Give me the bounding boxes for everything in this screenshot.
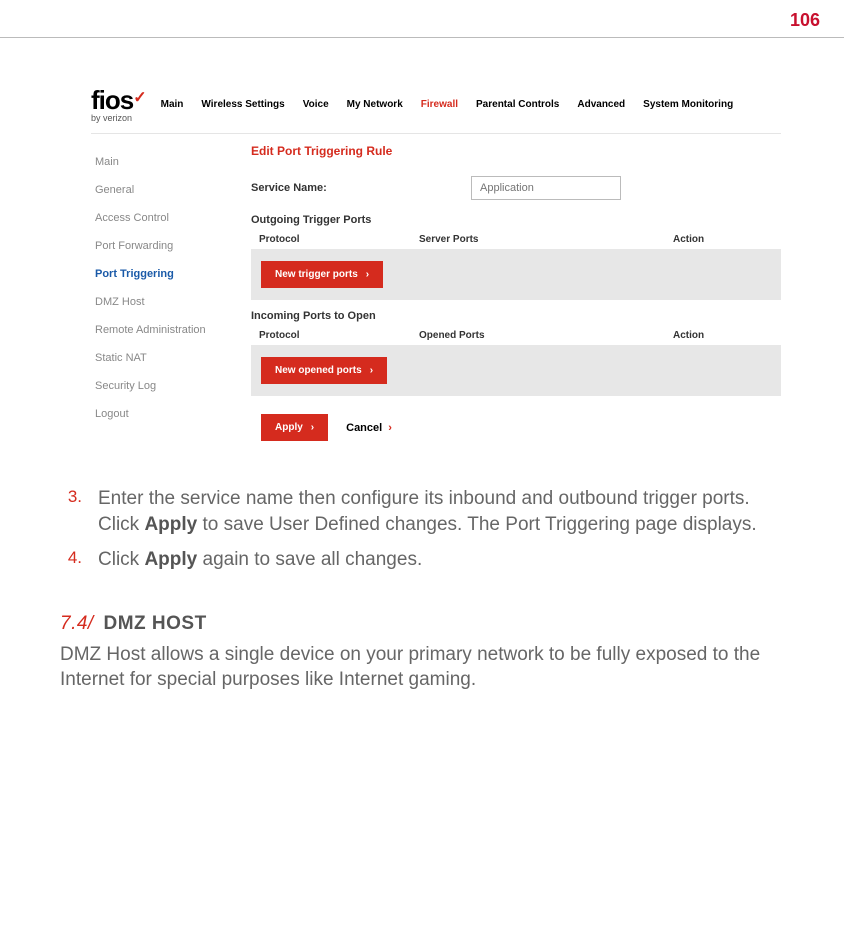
incoming-table-head: Protocol Opened Ports Action [251, 326, 781, 345]
nav-wireless[interactable]: Wireless Settings [201, 99, 284, 110]
service-name-label: Service Name: [251, 182, 451, 194]
nav-voice[interactable]: Voice [303, 99, 329, 110]
nav-main[interactable]: Main [161, 99, 184, 110]
chevron-right-icon: › [366, 269, 369, 280]
step4-bold: Apply [144, 549, 197, 570]
col-opened-ports: Opened Ports [419, 330, 673, 341]
step4-part-a: Click [98, 549, 144, 570]
col-action: Action [673, 234, 773, 245]
sidebar-item-access-control[interactable]: Access Control [95, 204, 241, 232]
service-name-input[interactable] [471, 176, 621, 200]
nav-firewall[interactable]: Firewall [421, 99, 458, 110]
col-action-2: Action [673, 330, 773, 341]
step-text-3: Enter the service name then configure it… [98, 486, 784, 537]
section-body: DMZ Host allows a single device on your … [0, 643, 844, 712]
panel-title: Edit Port Triggering Rule [251, 144, 781, 158]
content-panel: Edit Port Triggering Rule Service Name: … [241, 138, 791, 451]
cancel-button[interactable]: Cancel › [346, 422, 392, 434]
new-opened-ports-button[interactable]: New opened ports › [261, 357, 387, 384]
sidebar: Main General Access Control Port Forward… [81, 138, 241, 451]
step-number-3: 3. [60, 486, 98, 537]
nav-sysmon[interactable]: System Monitoring [643, 99, 733, 110]
sidebar-item-main[interactable]: Main [95, 148, 241, 176]
sidebar-item-security-log[interactable]: Security Log [95, 372, 241, 400]
sidebar-item-static-nat[interactable]: Static NAT [95, 344, 241, 372]
col-protocol-2: Protocol [259, 330, 419, 341]
chevron-right-icon: › [388, 422, 392, 434]
top-nav: Main Wireless Settings Voice My Network … [161, 87, 734, 110]
sidebar-item-remote-admin[interactable]: Remote Administration [95, 316, 241, 344]
sidebar-item-dmz-host[interactable]: DMZ Host [95, 288, 241, 316]
divider-line [0, 37, 844, 38]
verizon-check-icon: ✓ [133, 90, 146, 107]
outgoing-row: New trigger ports › [251, 249, 781, 300]
sidebar-item-port-forwarding[interactable]: Port Forwarding [95, 232, 241, 260]
cancel-label: Cancel [346, 422, 382, 434]
nav-mynetwork[interactable]: My Network [347, 99, 403, 110]
sidebar-item-port-triggering[interactable]: Port Triggering [95, 260, 241, 288]
incoming-title: Incoming Ports to Open [251, 310, 781, 322]
logo: fios✓ by verizon [91, 87, 147, 123]
new-opened-ports-label: New opened ports [275, 365, 362, 376]
logo-text: fios [91, 85, 133, 115]
outgoing-table-head: Protocol Server Ports Action [251, 230, 781, 249]
section-number: 7.4/ [60, 613, 94, 634]
step-number-4: 4. [60, 547, 98, 573]
sidebar-item-general[interactable]: General [95, 176, 241, 204]
apply-button[interactable]: Apply › [261, 414, 328, 441]
instruction-list: 3. Enter the service name then configure… [0, 486, 844, 603]
router-admin-screenshot: fios✓ by verizon Main Wireless Settings … [80, 78, 792, 452]
sidebar-item-logout[interactable]: Logout [95, 400, 241, 428]
step3-bold: Apply [144, 514, 197, 535]
chevron-right-icon: › [311, 422, 314, 433]
logo-subtext: by verizon [91, 114, 147, 123]
incoming-row: New opened ports › [251, 345, 781, 396]
new-trigger-ports-label: New trigger ports [275, 269, 358, 280]
col-server-ports: Server Ports [419, 234, 673, 245]
step3-part-c: to save User Defined changes. The Port T… [197, 514, 756, 535]
outgoing-title: Outgoing Trigger Ports [251, 214, 781, 226]
list-item: 3. Enter the service name then configure… [60, 486, 784, 537]
nav-parental[interactable]: Parental Controls [476, 99, 559, 110]
chevron-right-icon: › [370, 365, 373, 376]
new-trigger-ports-button[interactable]: New trigger ports › [261, 261, 383, 288]
section-heading: 7.4/ DMZ HOST [0, 603, 844, 643]
nav-advanced[interactable]: Advanced [577, 99, 625, 110]
section-title: DMZ HOST [103, 613, 206, 634]
col-protocol: Protocol [259, 234, 419, 245]
apply-label: Apply [275, 422, 303, 433]
step4-part-c: again to save all changes. [197, 549, 422, 570]
step-text-4: Click Apply again to save all changes. [98, 547, 784, 573]
page-number: 106 [0, 0, 844, 37]
nav-divider [91, 133, 781, 134]
list-item: 4. Click Apply again to save all changes… [60, 547, 784, 573]
